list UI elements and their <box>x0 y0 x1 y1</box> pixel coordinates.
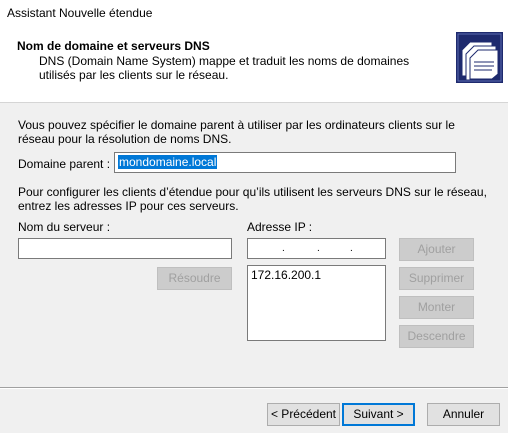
config-text: Pour configurer les clients d’étendue po… <box>18 185 487 213</box>
ip-dot-separator: . <box>317 243 320 254</box>
ip-address-label: Adresse IP : <box>247 220 313 234</box>
title-bar: Assistant Nouvelle étendue <box>0 0 508 28</box>
ip-address-input[interactable]: . . . <box>247 238 386 259</box>
parent-domain-value: mondomaine.local <box>118 155 218 169</box>
footer-separator <box>0 387 508 389</box>
page-title: Nom de domaine et serveurs DNS <box>17 39 210 53</box>
resolve-button[interactable]: Résoudre <box>157 267 232 290</box>
intro-text: Vous pouvez spécifier le domaine parent … <box>18 118 455 146</box>
window-title: Assistant Nouvelle étendue <box>7 6 153 20</box>
ip-dot-separator: . <box>282 243 285 254</box>
folders-icon <box>456 32 503 83</box>
page-description: DNS (Domain Name System) mappe et tradui… <box>39 54 410 82</box>
parent-domain-input[interactable]: mondomaine.local <box>114 152 456 173</box>
parent-domain-label: Domaine parent : <box>18 157 110 171</box>
remove-button[interactable]: Supprimer <box>399 267 474 290</box>
parent-domain-label-text: Domaine parent : <box>18 157 111 171</box>
wizard-header: Nom de domaine et serveurs DNS DNS (Doma… <box>0 28 508 103</box>
server-name-label: Nom du serveur : <box>18 220 111 234</box>
next-button[interactable]: Suivant > <box>342 403 415 426</box>
cancel-button[interactable]: Annuler <box>427 403 500 426</box>
add-button[interactable]: Ajouter <box>399 238 474 261</box>
server-name-input[interactable] <box>18 238 232 259</box>
move-up-button[interactable]: Monter <box>399 296 474 319</box>
list-item[interactable]: 172.16.200.1 <box>251 268 382 282</box>
back-button[interactable]: < Précédent <box>267 403 340 426</box>
move-down-button[interactable]: Descendre <box>399 325 474 348</box>
ip-dot-separator: . <box>350 243 353 254</box>
dns-server-list[interactable]: 172.16.200.1 <box>247 265 386 341</box>
